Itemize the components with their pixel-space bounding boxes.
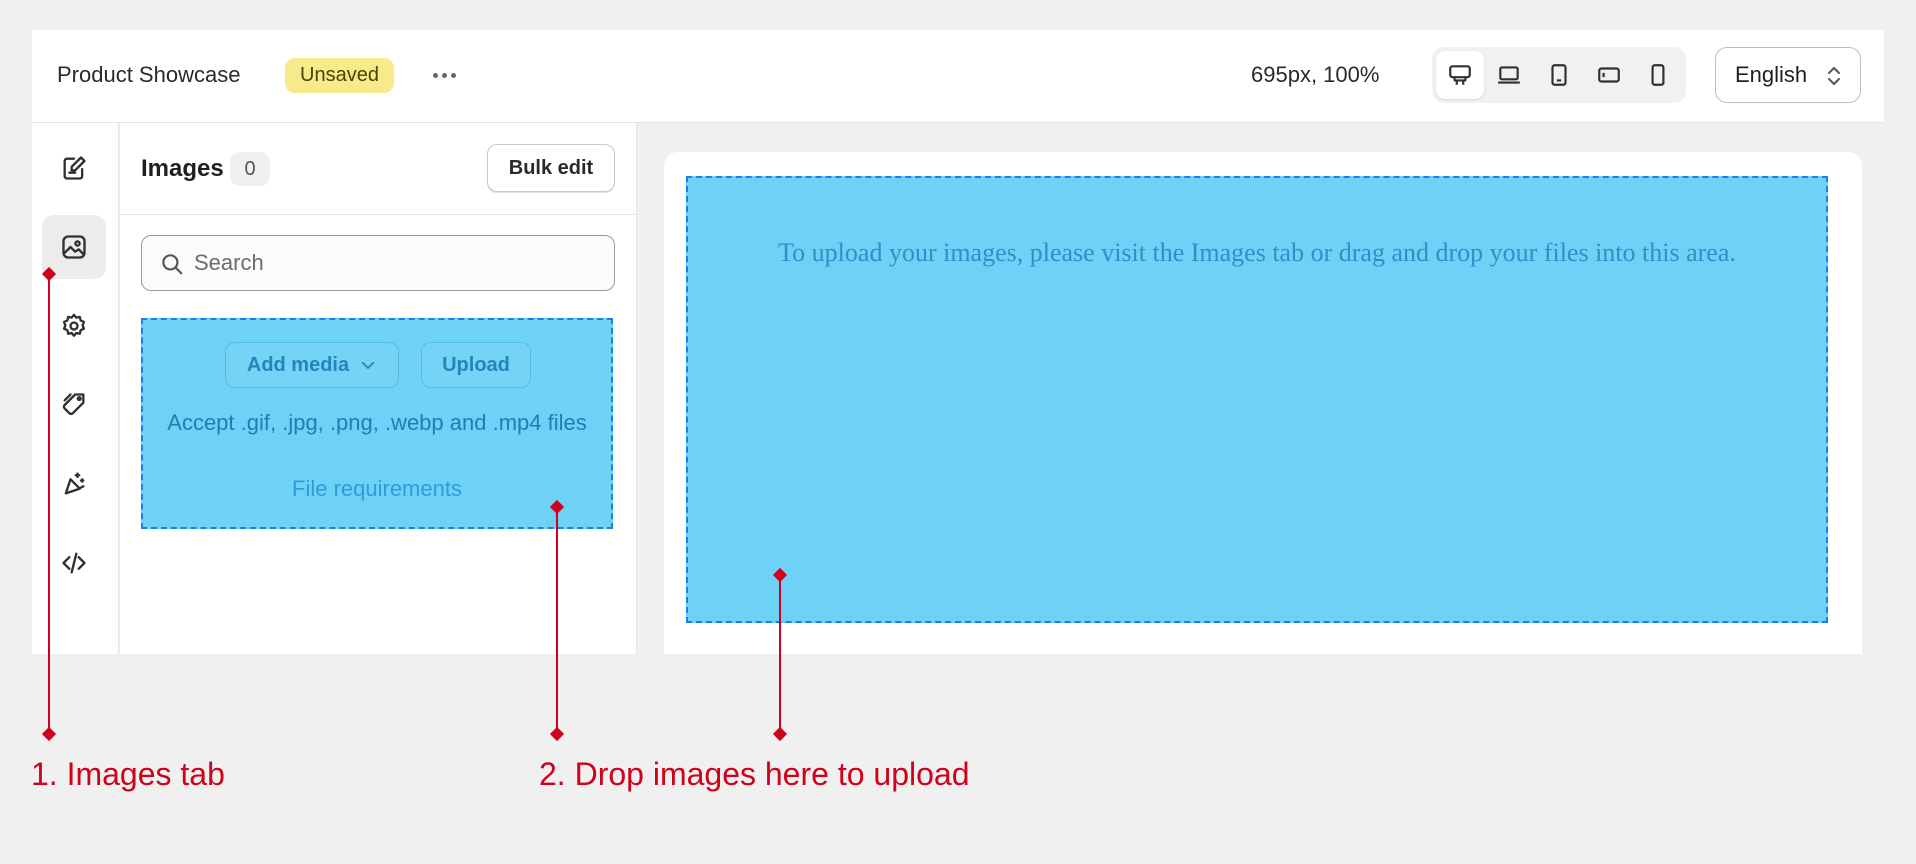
dot-icon — [450, 72, 456, 78]
status-badge: Unsaved — [285, 58, 394, 93]
images-panel: Images 0 Bulk edit Add media Upload Acce… — [120, 123, 637, 654]
add-media-label: Add media — [246, 353, 350, 376]
dot-icon — [441, 72, 447, 78]
device-tablet-landscape-button[interactable] — [1585, 51, 1633, 99]
annotation-label-1: 1. Images tab — [31, 756, 225, 792]
language-select-value: English — [1735, 62, 1808, 87]
magic-icon — [64, 472, 85, 495]
chevron-up-down-icon — [1828, 67, 1840, 85]
images-panel-header: Images 0 Bulk edit — [120, 123, 637, 215]
image-count-badge: 0 — [230, 152, 270, 186]
image-icon — [62, 235, 86, 259]
annotation-marker — [549, 726, 565, 742]
sidebar-item-edit[interactable] — [42, 136, 106, 200]
device-switcher — [1432, 47, 1686, 103]
laptop-icon — [1498, 66, 1521, 84]
annotation-line-2b — [779, 574, 781, 733]
accepted-formats-text: Accept .gif, .jpg, .png, .webp and .mp4 … — [167, 410, 587, 435]
gear-icon — [62, 313, 86, 337]
annotation-label-2: 2. Drop images here to upload — [539, 756, 970, 792]
device-mobile-button[interactable] — [1634, 51, 1682, 99]
desktop-icon — [1448, 65, 1471, 85]
bulk-edit-button[interactable]: Bulk edit — [487, 144, 615, 192]
chevron-down-icon — [361, 361, 375, 369]
top-bar: Product Showcase Unsaved 695px, 100% Eng… — [32, 30, 1884, 123]
file-requirements-link[interactable]: File requirements — [143, 476, 611, 502]
edit-icon — [63, 156, 86, 180]
device-laptop-button[interactable] — [1486, 51, 1534, 99]
canvas-dropzone[interactable]: To upload your images, please visit the … — [686, 176, 1828, 623]
more-actions-button[interactable] — [424, 58, 464, 92]
search-input[interactable] — [194, 250, 594, 276]
search-icon — [162, 254, 183, 275]
annotation-marker — [41, 726, 57, 742]
sidebar-item-settings[interactable] — [42, 294, 106, 358]
app-title: Product Showcase — [57, 62, 241, 87]
annotation-marker — [772, 726, 788, 742]
upload-button[interactable]: Upload — [421, 342, 531, 388]
sidebar-item-tags[interactable] — [42, 373, 106, 437]
sidebar-rail — [32, 123, 119, 654]
sidebar-item-magic[interactable] — [42, 452, 106, 516]
search-field — [141, 235, 615, 291]
dot-icon — [432, 72, 438, 78]
device-desktop-button[interactable] — [1436, 51, 1484, 99]
code-icon — [62, 552, 86, 574]
panel-title: Images — [141, 155, 224, 182]
device-tablet-button[interactable] — [1535, 51, 1583, 99]
canvas-area: To upload your images, please visit the … — [664, 152, 1862, 654]
viewport-readout: 695px, 100% — [1251, 62, 1380, 87]
annotation-line-1 — [48, 273, 50, 733]
app-window: Product Showcase Unsaved 695px, 100% Eng… — [32, 30, 1884, 654]
tag-icon — [62, 393, 85, 416]
sidebar-item-code[interactable] — [42, 531, 106, 595]
language-select[interactable]: English — [1715, 47, 1861, 103]
tablet-icon — [1551, 64, 1567, 86]
panel-dropzone[interactable]: Add media Upload Accept .gif, .jpg, .png… — [141, 318, 613, 529]
annotation-line-2a — [556, 506, 558, 733]
mobile-icon — [1651, 64, 1665, 86]
canvas-dropzone-text: To upload your images, please visit the … — [778, 238, 1736, 267]
add-media-button[interactable]: Add media — [225, 342, 399, 388]
tablet-landscape-icon — [1597, 67, 1620, 83]
